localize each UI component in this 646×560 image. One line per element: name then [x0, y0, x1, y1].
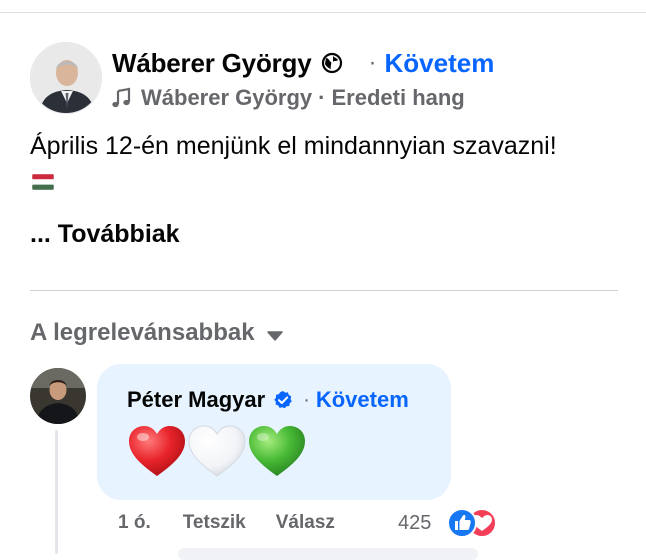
commenter-name[interactable]: Péter Magyar: [127, 387, 265, 413]
caret-down-icon: [266, 328, 283, 341]
audio-separator: ·: [318, 85, 326, 110]
music-note-icon: [110, 87, 132, 109]
hungary-flag-icon: [31, 173, 55, 191]
comment-bubble: Péter Magyar · Követem: [97, 364, 451, 500]
follow-button[interactable]: Követem: [385, 48, 495, 79]
audio-line[interactable]: Wáberer György · Eredeti hang: [110, 84, 465, 112]
section-divider: [30, 290, 618, 291]
reaction-icons[interactable]: [446, 507, 506, 539]
white-heart-icon: [188, 425, 246, 477]
comment-emoji-content: [127, 424, 307, 482]
comment-actions: 1 ó. Tetszik Válasz 425: [118, 508, 497, 538]
comment-timestamp[interactable]: 1 ó.: [118, 512, 151, 534]
reaction-count[interactable]: 425: [398, 508, 431, 538]
top-divider: [0, 12, 646, 13]
reply-button[interactable]: Válasz: [276, 512, 335, 534]
post-header: Wáberer György · Követem Wáberer György …: [30, 42, 630, 114]
comment-sort-dropdown[interactable]: A legrelevánsabbak: [30, 316, 283, 350]
commenter-avatar[interactable]: [30, 368, 86, 424]
author-avatar[interactable]: [30, 42, 102, 114]
next-comment-bubble-edge: [178, 548, 478, 560]
post-text: Április 12-én menjünk el mindannyian sza…: [30, 132, 557, 160]
commenter-separator: ·: [303, 388, 310, 411]
post-author-name[interactable]: Wáberer György: [112, 48, 312, 79]
separator-dot: ·: [368, 49, 377, 76]
reply-thread-line: [55, 430, 58, 554]
audio-label: Eredeti hang: [331, 85, 465, 110]
globe-icon[interactable]: [321, 52, 343, 74]
red-heart-icon: [129, 426, 185, 476]
see-more-link[interactable]: ... Továbbiak: [30, 218, 180, 250]
commenter-line: Péter Magyar · Követem: [127, 384, 409, 416]
green-heart-icon: [249, 426, 305, 476]
verified-badge-icon: [273, 390, 293, 410]
post-author-line: Wáberer György · Követem: [112, 46, 494, 80]
like-reaction-icon: [447, 508, 477, 538]
commenter-follow-button[interactable]: Követem: [316, 387, 409, 413]
like-button[interactable]: Tetszik: [183, 512, 246, 534]
audio-author: Wáberer György: [141, 85, 313, 110]
sort-label: A legrelevánsabbak: [30, 319, 255, 346]
